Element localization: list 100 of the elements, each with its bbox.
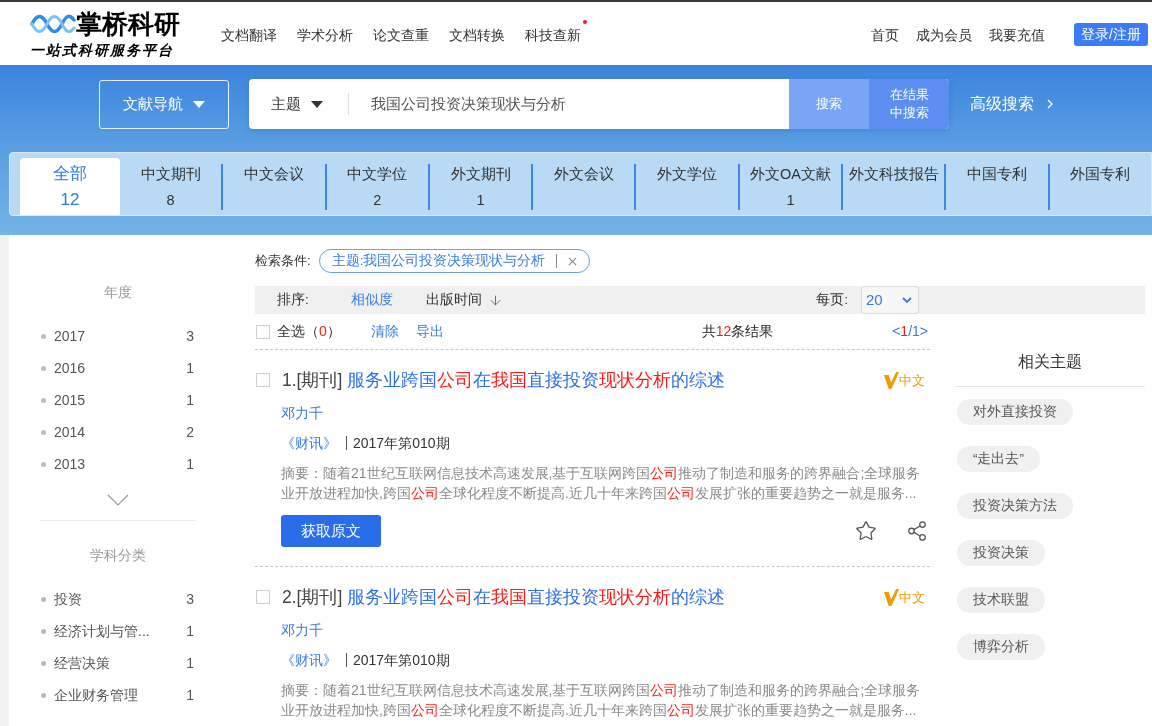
- abstract-text: 摘要：随着21世纪互联网信息技术高速发展,基于互联网跨国公司推动了制造和服务的跨界融合;全球服务业开放进程加快,跨国公司全球化程度不断提高.近几十年来跨国公司发展扩张的重要趋势之一就是服务...: [281, 681, 921, 720]
- language-label: 中文: [899, 372, 925, 389]
- nav-link[interactable]: 文档翻译: [221, 24, 277, 45]
- topic-tag[interactable]: 对外直接投资: [957, 399, 1073, 425]
- arrow-down-icon: [487, 292, 503, 308]
- topic-tag[interactable]: 技术联盟: [957, 587, 1045, 613]
- filter-count: 1: [186, 654, 194, 673]
- bullet-icon: [41, 596, 46, 602]
- sort-option[interactable]: 出版时间: [425, 289, 503, 311]
- issue-text: 2017年第010期: [353, 651, 450, 670]
- filter-item[interactable]: 2016: [54, 358, 86, 378]
- caret-down-icon: [193, 100, 205, 108]
- share-icon[interactable]: [906, 520, 928, 542]
- checkbox[interactable]: [256, 373, 270, 387]
- sort-option[interactable]: 相似度: [350, 289, 393, 311]
- select-all-label[interactable]: 全选（0）: [277, 321, 341, 342]
- category-tab[interactable]: 全部 12: [20, 158, 120, 215]
- category-tab[interactable]: 外国专利: [1049, 164, 1151, 210]
- filter-item[interactable]: 2013: [54, 454, 86, 474]
- filter-count: 3: [186, 327, 194, 346]
- category-tab[interactable]: 中文期刊 8: [120, 164, 224, 210]
- topic-tag[interactable]: 博弈分析: [957, 634, 1045, 660]
- close-icon[interactable]: [568, 256, 578, 266]
- topic-tag[interactable]: “走出去”: [957, 446, 1040, 472]
- filter-count: 3: [186, 590, 194, 609]
- result-title[interactable]: 2.[期刊] 服务业跨国公司在我国直接投资现状分析的综述: [282, 584, 726, 610]
- topic-tag[interactable]: 投资决策: [957, 540, 1045, 566]
- filter-count: 1: [186, 686, 194, 705]
- bullet-icon: [41, 461, 46, 467]
- nav-link[interactable]: 文档转换: [449, 24, 505, 45]
- chevron-down-icon: [902, 297, 912, 303]
- v-mark-icon: [884, 588, 899, 606]
- header-link[interactable]: 首页: [871, 24, 900, 45]
- filter-title: 年度: [104, 283, 132, 302]
- header-link[interactable]: 我要充值: [989, 24, 1046, 45]
- filter-item[interactable]: 2015: [54, 390, 86, 410]
- category-tab[interactable]: 外文会议: [533, 164, 637, 210]
- category-tab[interactable]: 外文科技报告: [843, 164, 947, 210]
- bullet-icon: [41, 628, 46, 634]
- checkbox[interactable]: [256, 324, 270, 339]
- filter-item[interactable]: 企业财务管理: [54, 685, 138, 705]
- filter-count: 1: [186, 359, 194, 378]
- header-link[interactable]: 成为会员: [916, 24, 973, 45]
- login-button[interactable]: 登录/注册: [1074, 23, 1148, 46]
- sort-label: 排序:: [277, 290, 309, 309]
- category-tab[interactable]: 中国专利: [946, 164, 1050, 210]
- bullet-icon: [41, 660, 46, 666]
- language-label: 中文: [899, 589, 925, 606]
- filter-item[interactable]: 经营决策: [54, 653, 110, 673]
- export-link[interactable]: 导出: [415, 321, 444, 342]
- source-link[interactable]: 《财讯》: [281, 650, 337, 670]
- bullet-icon: [41, 365, 46, 371]
- category-tab[interactable]: 外文期刊 1: [429, 164, 534, 210]
- search-bar[interactable]: 主题 我国公司投资决策现状与分析 搜索 在结果中搜索: [249, 79, 949, 129]
- chevron-down-icon[interactable]: [107, 494, 129, 506]
- source-link[interactable]: 《财讯》: [281, 433, 337, 453]
- per-page-select[interactable]: 20: [861, 286, 919, 314]
- related-topics-title: 相关主题: [955, 350, 1145, 387]
- condition-text: 主题:我国公司投资决策现状与分析: [331, 252, 546, 270]
- filter-count: 2: [186, 423, 194, 442]
- filter-item[interactable]: 2017: [54, 326, 86, 346]
- author-link[interactable]: 邓力千: [281, 403, 323, 423]
- nav-link[interactable]: 科技查新: [525, 24, 581, 45]
- category-tab[interactable]: 中文学位 2: [326, 164, 430, 210]
- nav-link[interactable]: 论文查重: [373, 24, 429, 45]
- abstract-text: 摘要：随着21世纪互联网信息技术高速发展,基于互联网跨国公司推动了制造和服务的跨界融合;全球服务业开放进程加快,跨国公司全球化程度不断提高.近几十年来跨国公司发展扩张的重要趋势之一就是服务...: [281, 464, 921, 503]
- bullet-icon: [41, 692, 46, 698]
- filter-item[interactable]: 2014: [54, 422, 86, 442]
- issue-text: 2017年第010期: [353, 434, 450, 453]
- favorite-star-icon[interactable]: [855, 520, 877, 542]
- category-tab[interactable]: 外文学位: [636, 164, 740, 210]
- chevron-right-icon: [1047, 99, 1053, 109]
- bullet-icon: [41, 333, 46, 339]
- conditions-label: 检索条件:: [255, 252, 311, 271]
- category-tab[interactable]: 外文OA文献 1: [739, 164, 844, 210]
- filter-title: 学科分类: [90, 546, 146, 565]
- get-fulltext-button[interactable]: 获取原文: [281, 515, 381, 547]
- checkbox[interactable]: [256, 590, 270, 604]
- v-mark-icon: [884, 371, 899, 389]
- filter-count: 1: [186, 391, 194, 410]
- category-tab[interactable]: 中文会议: [223, 164, 327, 210]
- search-field[interactable]: 我国公司投资决策现状与分析: [371, 89, 789, 119]
- logo-title: 掌桥科研: [76, 8, 180, 39]
- per-page-label: 每页:: [816, 290, 848, 309]
- bullet-icon: [41, 397, 46, 403]
- filter-item[interactable]: 投资: [54, 589, 82, 609]
- nav-link[interactable]: 学术分析: [297, 24, 353, 45]
- caret-down-icon: [311, 100, 323, 108]
- pagination-link[interactable]: <1/1>: [892, 321, 928, 342]
- field-select[interactable]: 主题: [271, 92, 323, 116]
- topic-tag[interactable]: 投资决策方法: [957, 493, 1073, 519]
- logo-slogan: 一站式科研服务平台: [30, 40, 175, 59]
- filter-count: 1: [186, 622, 194, 641]
- bullet-icon: [41, 429, 46, 435]
- filter-item[interactable]: 经济计划与管...: [54, 621, 150, 641]
- result-total: 共12条结果: [701, 322, 774, 341]
- result-title[interactable]: 1.[期刊] 服务业跨国公司在我国直接投资现状分析的综述: [282, 367, 726, 393]
- clear-link[interactable]: 清除: [370, 321, 399, 342]
- author-link[interactable]: 邓力千: [281, 620, 323, 640]
- filter-count: 1: [186, 455, 194, 474]
